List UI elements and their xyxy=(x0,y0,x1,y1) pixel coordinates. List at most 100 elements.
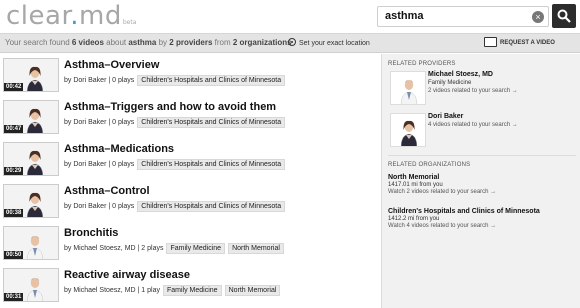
video-author[interactable]: by Michael Stoesz, MD xyxy=(64,245,136,252)
video-tag[interactable]: Family Medicine xyxy=(166,243,226,254)
video-thumbnail[interactable]: 00:38 xyxy=(3,184,59,218)
provider-videos-link[interactable]: 2 videos related to your search → xyxy=(428,88,518,94)
video-plays: | 0 plays xyxy=(106,161,135,168)
organization-name[interactable]: Children's Hospitals and Clinics of Minn… xyxy=(388,208,578,215)
presenter-portrait xyxy=(25,146,45,175)
video-meta: by Michael Stoesz, MD | 1 play Family Med… xyxy=(64,285,281,296)
presenter-portrait xyxy=(25,188,45,217)
result-row: 00:29 Asthma–Medications by Dori Baker | 0… xyxy=(0,138,381,180)
set-location-link[interactable]: Set your exact location xyxy=(288,38,370,47)
video-plays: | 2 plays xyxy=(135,245,164,252)
search-query: asthma xyxy=(385,10,424,22)
logo-end: md xyxy=(79,1,122,31)
video-plays: | 0 plays xyxy=(106,119,135,126)
provider-name[interactable]: Dori Baker xyxy=(428,113,463,120)
video-title-link[interactable]: Reactive airway disease xyxy=(64,269,190,281)
video-thumbnail[interactable]: 00:31 xyxy=(3,268,59,302)
video-duration: 00:38 xyxy=(4,209,24,217)
summary-text: from xyxy=(212,38,233,47)
organization-item[interactable]: Children's Hospitals and Clinics of Minn… xyxy=(388,208,578,229)
logo-dot: . xyxy=(70,1,80,31)
summary-orgs: 2 organizations xyxy=(232,38,292,47)
provider-avatar[interactable] xyxy=(390,71,426,105)
organization-name[interactable]: North Memorial xyxy=(388,174,578,181)
summary-providers: 2 providers xyxy=(169,38,213,47)
doctor-portrait xyxy=(25,230,45,259)
organization-distance: 1412.2 mi from you xyxy=(388,216,440,222)
search-summary-bar: Your search found 6 videos about asthma … xyxy=(0,33,580,53)
organization-videos-link[interactable]: Watch 4 videos related to your search → xyxy=(388,223,578,229)
presenter-portrait xyxy=(25,62,45,91)
video-tag[interactable]: Children's Hospitals and Clinics of Minn… xyxy=(137,201,286,212)
request-video-label: REQUEST A VIDEO xyxy=(500,40,555,46)
video-author[interactable]: by Michael Stoesz, MD xyxy=(64,287,136,294)
video-thumbnail[interactable]: 00:29 xyxy=(3,142,59,176)
related-providers-heading: RELATED PROVIDERS xyxy=(388,61,456,67)
organization-item[interactable]: North Memorial 1417.01 mi from you Watch 2… xyxy=(388,174,578,195)
presenter-portrait xyxy=(25,104,45,133)
summary-text: Your search found xyxy=(5,38,72,47)
video-thumbnail[interactable]: 00:47 xyxy=(3,100,59,134)
video-tag[interactable]: North Memorial xyxy=(228,243,284,254)
video-plays: | 0 plays xyxy=(106,203,135,210)
video-plays: | 1 play xyxy=(135,287,160,294)
video-tag[interactable]: North Memorial xyxy=(224,285,281,296)
provider-item[interactable]: Dori Baker 4 videos related to your searc… xyxy=(388,113,578,153)
organization-distance: 1417.01 mi from you xyxy=(388,182,443,188)
organization-videos-link[interactable]: Watch 2 videos related to your search → xyxy=(388,189,578,195)
video-meta: by Michael Stoesz, MD | 2 plays Family Me… xyxy=(64,243,284,254)
video-thumbnail[interactable]: 00:50 xyxy=(3,226,59,260)
video-tag[interactable]: Family Medicine xyxy=(162,285,222,296)
video-duration: 00:50 xyxy=(4,251,24,259)
sidebar: RELATED PROVIDERS Michael Stoesz, MD Fami… xyxy=(381,54,580,308)
provider-portrait xyxy=(399,116,419,146)
video-duration: 00:31 xyxy=(4,293,24,301)
video-author[interactable]: by Dori Baker xyxy=(64,119,106,126)
summary-text: by xyxy=(156,38,170,47)
video-plays: | 0 plays xyxy=(106,77,135,84)
video-author[interactable]: by Dori Baker xyxy=(64,203,106,210)
video-title-link[interactable]: Bronchitis xyxy=(64,227,118,239)
search-button[interactable] xyxy=(552,4,576,28)
video-author[interactable]: by Dori Baker xyxy=(64,161,106,168)
clear-icon[interactable]: × xyxy=(532,11,544,23)
video-meta: by Dori Baker | 0 plays Children's Hospit… xyxy=(64,159,286,170)
search-input[interactable]: asthma × xyxy=(377,6,549,27)
request-video-button[interactable]: REQUEST A VIDEO xyxy=(484,34,555,52)
provider-name[interactable]: Michael Stoesz, MD xyxy=(428,71,493,78)
provider-portrait xyxy=(399,74,419,104)
video-tag[interactable]: Children's Hospitals and Clinics of Minn… xyxy=(137,75,286,86)
divider xyxy=(388,155,576,156)
summary-text: about xyxy=(103,38,129,47)
doctor-portrait xyxy=(25,272,45,301)
logo-main: clear xyxy=(6,1,71,31)
video-author[interactable]: by Dori Baker xyxy=(64,77,106,84)
video-thumbnail[interactable]: 00:42 xyxy=(3,58,59,92)
video-tag[interactable]: Children's Hospitals and Clinics of Minn… xyxy=(137,117,286,128)
results-list: 00:42 Asthma–Overview by Dori Baker | 0 pl… xyxy=(0,54,381,308)
provider-specialty: Family Medicine xyxy=(428,80,472,86)
provider-videos-link[interactable]: 4 videos related to your search → xyxy=(428,122,518,128)
summary-query: asthma xyxy=(128,38,157,47)
summary-count: 6 videos xyxy=(71,38,104,47)
logo-beta: beta xyxy=(122,19,137,26)
location-icon xyxy=(288,38,296,46)
video-title-link[interactable]: Asthma–Medications xyxy=(64,143,174,155)
video-title-link[interactable]: Asthma–Control xyxy=(64,185,150,197)
video-duration: 00:47 xyxy=(4,125,24,133)
tv-icon xyxy=(484,37,497,47)
result-row: 00:42 Asthma–Overview by Dori Baker | 0 pl… xyxy=(0,54,381,96)
video-meta: by Dori Baker | 0 plays Children's Hospit… xyxy=(64,201,286,212)
result-row: 00:31 Reactive airway disease by Michael S… xyxy=(0,264,381,306)
video-duration: 00:29 xyxy=(4,167,24,175)
video-tag[interactable]: Children's Hospitals and Clinics of Minn… xyxy=(137,159,286,170)
video-meta: by Dori Baker | 0 plays Children's Hospit… xyxy=(64,75,286,86)
video-title-link[interactable]: Asthma–Triggers and how to avoid them xyxy=(64,101,276,113)
header: clear.mdbeta asthma × xyxy=(0,0,580,33)
video-title-link[interactable]: Asthma–Overview xyxy=(64,59,159,71)
provider-item[interactable]: Michael Stoesz, MD Family Medicine 2 video… xyxy=(388,71,578,111)
result-row: 00:50 Bronchitis by Michael Stoesz, MD | 2… xyxy=(0,222,381,264)
set-location-label: Set your exact location xyxy=(299,40,370,47)
result-row: 00:47 Asthma–Triggers and how to avoid th… xyxy=(0,96,381,138)
provider-avatar[interactable] xyxy=(390,113,426,147)
